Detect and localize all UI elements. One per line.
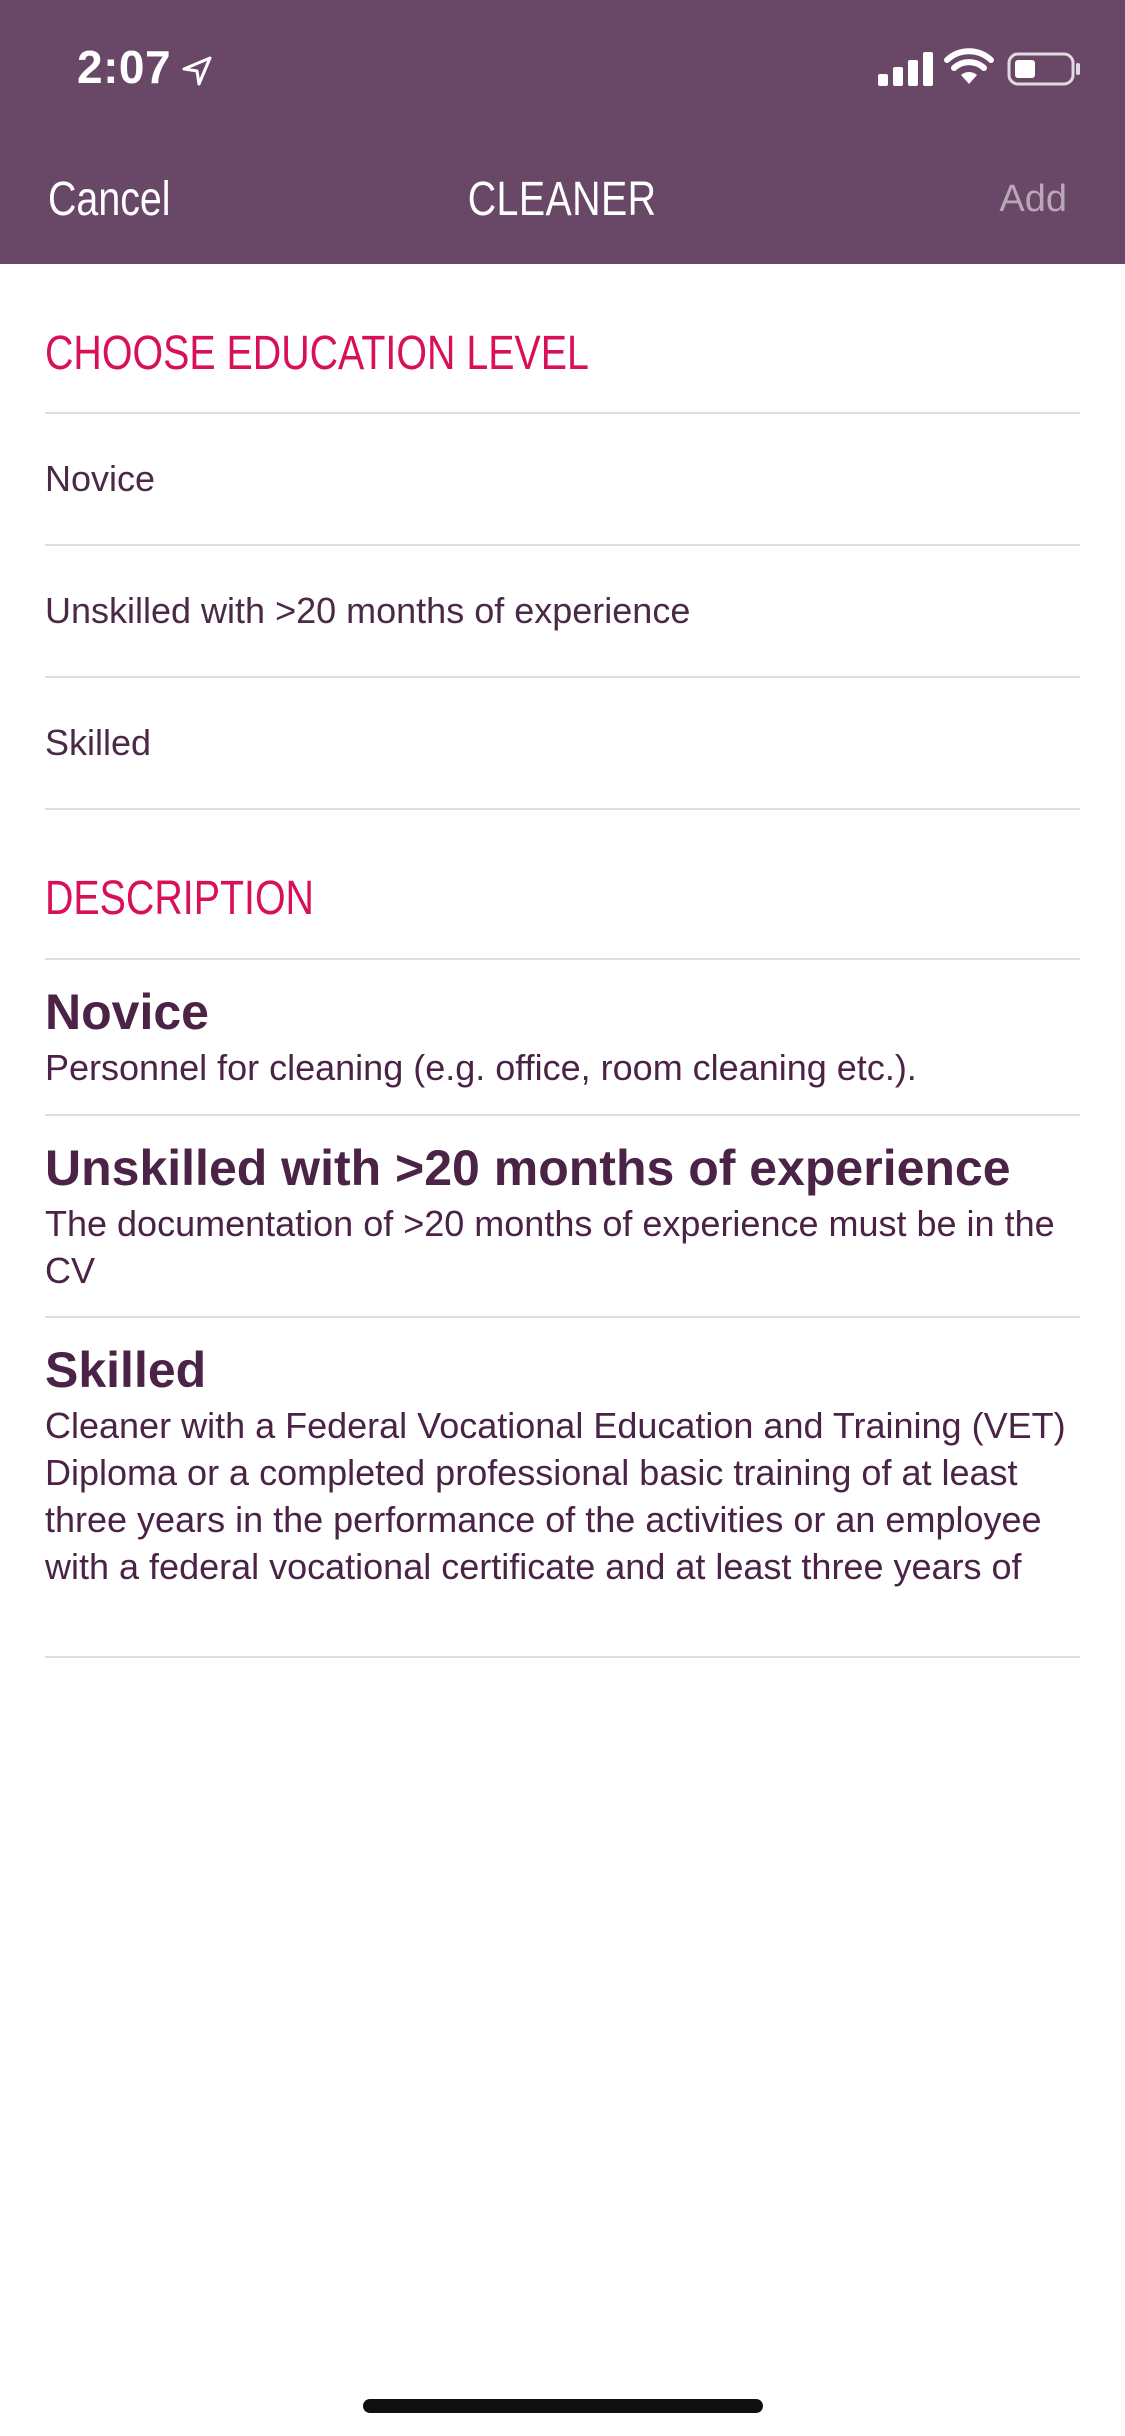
add-button[interactable]: Add [999, 178, 1067, 221]
page-title-text: CLEANER [468, 173, 657, 226]
education-option-novice[interactable]: Novice [45, 412, 1080, 544]
description-item-title: Novice [45, 984, 209, 1040]
description-item-skilled: Skilled Cleaner with a Federal Vocationa… [45, 1316, 1080, 1658]
option-label: Skilled [45, 722, 152, 763]
location-arrow-icon [182, 56, 212, 86]
description-item-title: Skilled [45, 1342, 207, 1398]
navigation-bar: Cancel CLEANER Add [0, 132, 1125, 264]
option-label: Unskilled with >20 months of experience [45, 590, 691, 631]
cellular-signal-icon [878, 52, 933, 86]
description-item-title: Unskilled with >20 months of experience [45, 1140, 1011, 1196]
divider [45, 808, 1080, 810]
status-bar: 2:07 [0, 0, 1125, 132]
wifi-icon [944, 48, 994, 84]
page-title: CLEANER [0, 172, 1125, 227]
description-item-text: Cleaner with a Federal Vocational Educat… [45, 1405, 1066, 1587]
description-section-title: DESCRIPTION [45, 871, 373, 926]
home-indicator[interactable] [363, 2399, 763, 2413]
education-option-unskilled[interactable]: Unskilled with >20 months of experience [45, 544, 1080, 676]
description-section-title-text: DESCRIPTION [45, 872, 314, 925]
description-item-unskilled: Unskilled with >20 months of experience … [45, 1114, 1080, 1316]
description-item-text: Personnel for cleaning (e.g. office, roo… [45, 1047, 917, 1088]
description-item-text: The documentation of >20 months of exper… [45, 1203, 1055, 1291]
education-section-title-text: CHOOSE EDUCATION LEVEL [45, 327, 589, 380]
battery-icon [1007, 52, 1080, 86]
status-time: 2:07 [77, 41, 172, 93]
education-section-title: CHOOSE EDUCATION LEVEL [45, 326, 708, 381]
description-item-novice: Novice Personnel for cleaning (e.g. offi… [45, 958, 1080, 1114]
option-label: Novice [45, 458, 156, 499]
header: 2:07 Cancel CLEANER Add [0, 0, 1125, 264]
education-option-skilled[interactable]: Skilled [45, 676, 1080, 808]
